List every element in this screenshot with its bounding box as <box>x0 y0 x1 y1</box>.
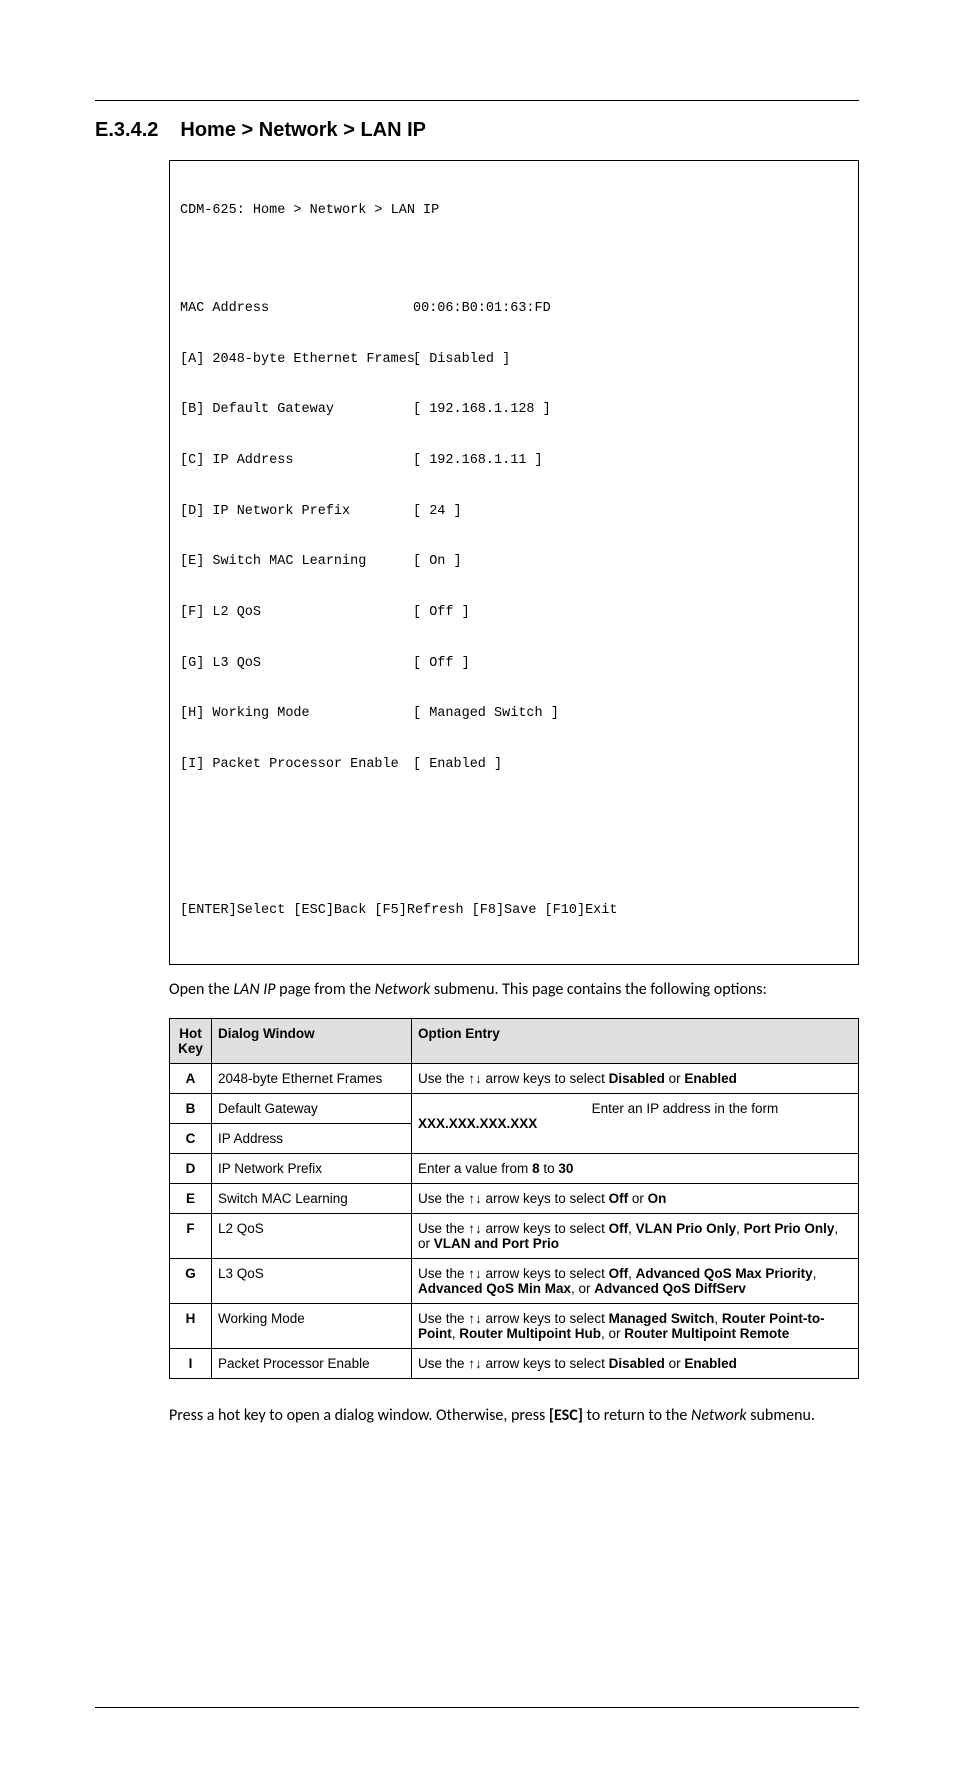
table-row: D IP Network Prefix Enter a value from 8… <box>170 1154 859 1184</box>
table-header-row: Hot Key Dialog Window Option Entry <box>170 1019 859 1064</box>
terminal-row: [H] Working Mode[ Managed Switch ] <box>180 706 848 723</box>
terminal-row: MAC Address00:06:B0:01:63:FD <box>180 301 848 318</box>
col-hot-key: Hot Key <box>170 1019 212 1064</box>
col-option-entry: Option Entry <box>412 1019 859 1064</box>
bottom-rule <box>95 1707 859 1708</box>
page: E.3.4.2 Home > Network > LAN IP CDM-625: … <box>0 0 954 1768</box>
terminal-row: [E] Switch MAC Learning[ On ] <box>180 554 848 571</box>
outro-paragraph: Press a hot key to open a dialog window.… <box>169 1405 859 1427</box>
section-title: Home > Network > LAN IP <box>180 119 426 141</box>
terminal-row: [I] Packet Processor Enable[ Enabled ] <box>180 757 848 774</box>
terminal-row: [G] L3 QoS[ Off ] <box>180 656 848 673</box>
table-row: G L3 QoS Use the ↑↓ arrow keys to select… <box>170 1259 859 1304</box>
option-entry: Use the ↑↓ arrow keys to select Off, Adv… <box>412 1259 859 1304</box>
terminal-title: CDM-625: Home > Network > LAN IP <box>180 203 848 220</box>
option-entry: Use the ↑↓ arrow keys to select Off or O… <box>412 1184 859 1214</box>
terminal-row: [C] IP Address[ 192.168.1.11 ] <box>180 453 848 470</box>
table-row: F L2 QoS Use the ↑↓ arrow keys to select… <box>170 1214 859 1259</box>
option-entry: Use the ↑↓ arrow keys to select Managed … <box>412 1304 859 1349</box>
terminal-footer: [ENTER]Select [ESC]Back [F5]Refresh [F8]… <box>180 903 848 920</box>
table-row: A 2048-byte Ethernet Frames Use the ↑↓ a… <box>170 1064 859 1094</box>
section-heading: E.3.4.2 Home > Network > LAN IP <box>95 119 859 142</box>
table-row: H Working Mode Use the ↑↓ arrow keys to … <box>170 1304 859 1349</box>
option-entry: Use the ↑↓ arrow keys to select Disabled… <box>412 1064 859 1094</box>
terminal-row: [B] Default Gateway[ 192.168.1.128 ] <box>180 402 848 419</box>
option-entry: Use the ↑↓ arrow keys to select Disabled… <box>412 1349 859 1379</box>
section-number: E.3.4.2 <box>95 119 158 141</box>
terminal-row: [D] IP Network Prefix[ 24 ] <box>180 504 848 521</box>
table-row: I Packet Processor Enable Use the ↑↓ arr… <box>170 1349 859 1379</box>
table-row: B Default Gateway Enter an IP address in… <box>170 1094 859 1124</box>
col-dialog-window: Dialog Window <box>212 1019 412 1064</box>
terminal-display: CDM-625: Home > Network > LAN IP MAC Add… <box>169 160 859 965</box>
options-table: Hot Key Dialog Window Option Entry A 204… <box>169 1018 859 1379</box>
terminal-row: [F] L2 QoS[ Off ] <box>180 605 848 622</box>
option-entry: Enter a value from 8 to 30 <box>412 1154 859 1184</box>
option-entry: Enter an IP address in the form XXX.XXX.… <box>412 1094 859 1154</box>
terminal-row: [A] 2048-byte Ethernet Frames[ Disabled … <box>180 352 848 369</box>
option-entry: Use the ↑↓ arrow keys to select Off, VLA… <box>412 1214 859 1259</box>
top-rule <box>95 100 859 101</box>
intro-paragraph: Open the LAN IP page from the Network su… <box>169 979 859 1001</box>
table-row: E Switch MAC Learning Use the ↑↓ arrow k… <box>170 1184 859 1214</box>
